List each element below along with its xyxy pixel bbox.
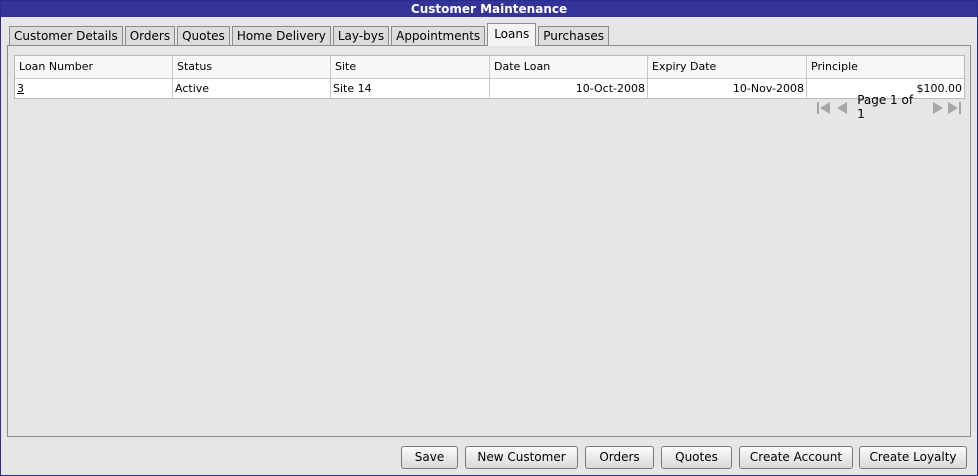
column-header-site[interactable]: Site bbox=[331, 56, 490, 78]
loan-number-cell: 3 bbox=[15, 79, 173, 98]
quotes-button[interactable]: Quotes bbox=[661, 446, 732, 469]
loans-table: Loan Number Status Site Date Loan Expiry… bbox=[14, 55, 965, 99]
column-header-loan-number[interactable]: Loan Number bbox=[15, 56, 173, 78]
table-body: 3 Active Site 14 10-Oct-2008 10-Nov-2008… bbox=[15, 79, 964, 98]
tab-customer-details[interactable]: Customer Details bbox=[9, 26, 123, 45]
table-header-row: Loan Number Status Site Date Loan Expiry… bbox=[15, 56, 964, 79]
page-indicator: Page 1 of 1 bbox=[857, 93, 914, 121]
column-header-principle[interactable]: Principle bbox=[807, 56, 964, 78]
tab-appointments[interactable]: Appointments bbox=[391, 26, 486, 45]
next-page-icon[interactable] bbox=[929, 100, 945, 114]
tab-lay-bys[interactable]: Lay-bys bbox=[332, 26, 390, 45]
table-row[interactable]: 3 Active Site 14 10-Oct-2008 10-Nov-2008… bbox=[15, 79, 964, 98]
tab-orders[interactable]: Orders bbox=[124, 26, 176, 45]
customer-maintenance-window: Customer Maintenance Customer Details Or… bbox=[0, 0, 978, 476]
last-page-icon[interactable] bbox=[947, 100, 963, 114]
status-cell: Active bbox=[173, 79, 331, 98]
previous-page-icon[interactable] bbox=[835, 100, 851, 114]
tab-loans[interactable]: Loans bbox=[487, 23, 537, 46]
column-header-status[interactable]: Status bbox=[173, 56, 331, 78]
save-button[interactable]: Save bbox=[401, 446, 458, 469]
pager: Page 1 of 1 bbox=[816, 93, 966, 121]
date-loan-cell: 10-Oct-2008 bbox=[490, 79, 648, 98]
window-title: Customer Maintenance bbox=[1, 1, 977, 17]
expiry-date-cell: 10-Nov-2008 bbox=[648, 79, 807, 98]
site-cell: Site 14 bbox=[331, 79, 490, 98]
tab-bar: Customer Details Orders Quotes Home Deli… bbox=[9, 23, 611, 46]
loan-number-link[interactable]: 3 bbox=[17, 82, 24, 95]
column-header-expiry-date[interactable]: Expiry Date bbox=[648, 56, 807, 78]
tab-purchases[interactable]: Purchases bbox=[538, 26, 609, 45]
new-customer-button[interactable]: New Customer bbox=[465, 446, 578, 469]
tab-home-delivery[interactable]: Home Delivery bbox=[231, 26, 331, 45]
first-page-icon[interactable] bbox=[816, 100, 832, 114]
create-account-button[interactable]: Create Account bbox=[739, 446, 853, 469]
tab-quotes[interactable]: Quotes bbox=[177, 26, 230, 45]
orders-button[interactable]: Orders bbox=[585, 446, 654, 469]
create-loyalty-button[interactable]: Create Loyalty bbox=[859, 446, 967, 469]
column-header-date-loan[interactable]: Date Loan bbox=[490, 56, 648, 78]
loans-panel: Loan Number Status Site Date Loan Expiry… bbox=[7, 45, 971, 437]
